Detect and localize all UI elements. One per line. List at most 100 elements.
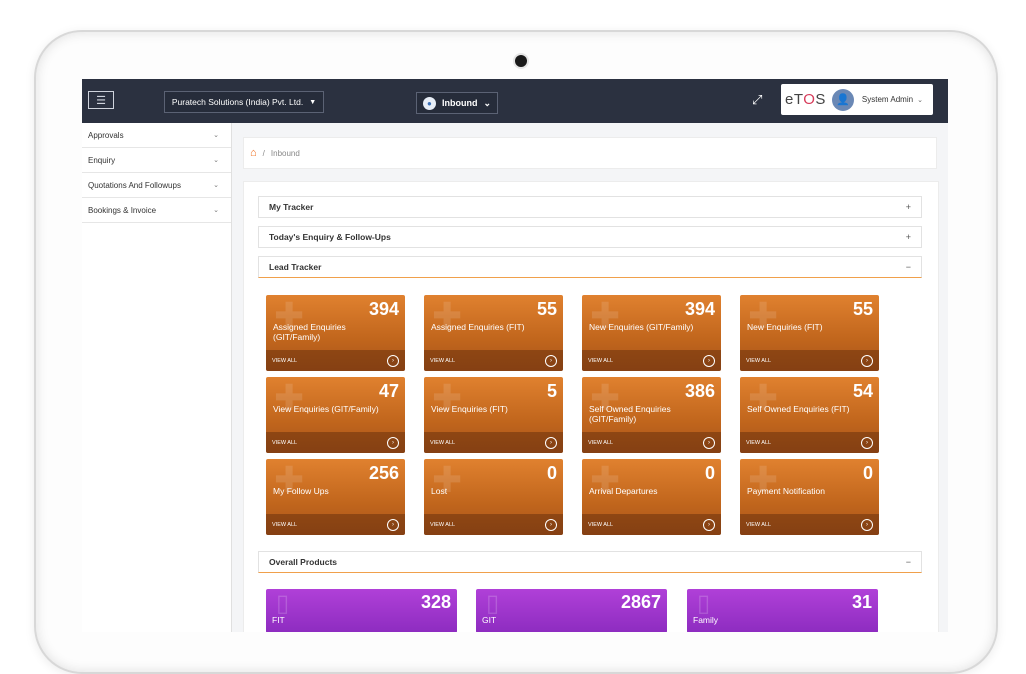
hamburger-menu-icon[interactable]: ☰ — [88, 91, 114, 109]
module-dropdown[interactable]: ● Inbound ⌄ — [416, 92, 498, 114]
company-select[interactable]: Puratech Solutions (India) Pvt. Ltd. ▼ — [164, 91, 324, 113]
panel-overall-products[interactable]: Overall Products − — [258, 551, 922, 573]
view-all-link[interactable]: VIEW ALL › — [582, 350, 721, 371]
tile-new-enquiries-fit[interactable]: ✚ 55 New Enquiries (FIT) VIEW ALL › — [740, 295, 879, 371]
sidebar-item-enquiry[interactable]: Enquiry ⌄ — [82, 148, 231, 173]
collapse-icon[interactable]: − — [906, 262, 911, 272]
arrow-right-icon: › — [387, 436, 399, 449]
fullscreen-icon[interactable]: ⤢ — [752, 92, 762, 108]
product-label: FIT — [272, 615, 285, 625]
panel-todays-enquiry[interactable]: Today's Enquiry & Follow-Ups + — [258, 226, 922, 248]
chevron-down-icon: ⌄ — [917, 96, 923, 104]
expand-icon[interactable]: + — [906, 232, 911, 242]
product-count: 2867 — [620, 592, 661, 612]
view-all-link[interactable]: VIEW ALL › — [740, 432, 879, 453]
view-all-link[interactable]: VIEW ALL › — [582, 432, 721, 453]
arrow-right-icon: › — [861, 518, 873, 531]
tile-label: View Enquiries (FIT) — [431, 404, 508, 414]
view-all-link[interactable]: VIEW ALL › — [266, 432, 405, 453]
product-tile-family[interactable]: ▯ 31 Family — [687, 589, 878, 632]
avatar: 👤 — [831, 88, 854, 111]
main-content: My Tracker + Today's Enquiry & Follow-Up… — [243, 181, 939, 632]
arrow-right-icon: › — [387, 518, 399, 531]
user-icon: ● — [422, 96, 436, 110]
breadcrumb-current: Inbound — [270, 148, 300, 158]
chevron-down-icon: ⌄ — [213, 132, 219, 139]
panel-title: Lead Tracker — [269, 262, 322, 272]
tile-view-enquiries-fit[interactable]: ✚ 5 View Enquiries (FIT) VIEW ALL › — [424, 377, 563, 453]
tile-count: 256 — [368, 463, 399, 483]
tile-payment-notification[interactable]: ✚ 0 Payment Notification VIEW ALL › — [740, 459, 879, 535]
arrow-right-icon: › — [703, 354, 715, 367]
tile-arrival-departures[interactable]: ✚ 0 Arrival Departures VIEW ALL › — [582, 459, 721, 535]
sidebar-item-label: Approvals — [88, 130, 124, 140]
tile-label: View Enquiries (GIT/Family) — [273, 404, 379, 414]
tile-assigned-enquiries-git[interactable]: ✚ 394 Assigned Enquiries (GIT/Family) VI… — [266, 295, 405, 371]
tile-count: 394 — [368, 299, 399, 319]
arrow-right-icon: › — [861, 436, 873, 449]
chevron-down-icon: ⌄ — [483, 97, 492, 108]
user-menu[interactable]: eTOS 👤 System Admin ⌄ — [781, 84, 933, 115]
view-all-link[interactable]: VIEW ALL › — [740, 350, 879, 371]
tile-label: New Enquiries (GIT/Family) — [589, 322, 694, 332]
tile-assigned-enquiries-fit[interactable]: ✚ 55 Assigned Enquiries (FIT) VIEW ALL › — [424, 295, 563, 371]
camera-dot — [515, 55, 527, 67]
top-navbar: ☰ Puratech Solutions (India) Pvt. Ltd. ▼… — [82, 79, 948, 123]
arrow-right-icon: › — [861, 354, 873, 367]
view-all-link[interactable]: VIEW ALL › — [266, 350, 405, 371]
tile-lost[interactable]: ✚ 0 Lost VIEW ALL › — [424, 459, 563, 535]
home-icon[interactable]: ⌂ — [250, 147, 257, 159]
sidebar-item-label: Enquiry — [88, 155, 116, 165]
file-icon: ▯ — [276, 590, 290, 617]
panel-lead-tracker[interactable]: Lead Tracker − — [258, 256, 922, 278]
tile-count: 5 — [546, 381, 557, 401]
collapse-icon[interactable]: − — [906, 557, 911, 567]
app-screen: ☰ Puratech Solutions (India) Pvt. Ltd. ▼… — [82, 79, 948, 632]
company-select-value: Puratech Solutions (India) Pvt. Ltd. — [171, 97, 304, 107]
tile-self-owned-git[interactable]: ✚ 386 Self Owned Enquiries (GIT/Family) … — [582, 377, 721, 453]
arrow-right-icon: › — [545, 518, 557, 531]
panel-my-tracker[interactable]: My Tracker + — [258, 196, 922, 218]
view-all-link[interactable]: VIEW ALL › — [424, 514, 563, 535]
tile-my-follow-ups[interactable]: ✚ 256 My Follow Ups VIEW ALL › — [266, 459, 405, 535]
tile-count: 0 — [862, 463, 873, 483]
arrow-right-icon: › — [703, 436, 715, 449]
expand-icon[interactable]: + — [906, 202, 911, 212]
view-all-link[interactable]: VIEW ALL › — [582, 514, 721, 535]
panel-title: Today's Enquiry & Follow-Ups — [269, 232, 391, 242]
tile-new-enquiries-git[interactable]: ✚ 394 New Enquiries (GIT/Family) VIEW AL… — [582, 295, 721, 371]
tile-label: Assigned Enquiries (GIT/Family) — [273, 322, 346, 342]
chevron-down-icon: ⌄ — [213, 157, 219, 164]
tile-label: Self Owned Enquiries (FIT) — [747, 404, 850, 414]
tile-count: 54 — [852, 381, 873, 401]
sidebar-item-approvals[interactable]: Approvals ⌄ — [82, 123, 231, 148]
file-icon: ▯ — [486, 590, 500, 617]
view-all-link[interactable]: VIEW ALL › — [740, 514, 879, 535]
tile-count: 55 — [536, 299, 557, 319]
arrow-right-icon: › — [703, 518, 715, 531]
product-tile-fit[interactable]: ▯ 328 FIT — [266, 589, 457, 632]
tile-self-owned-fit[interactable]: ✚ 54 Self Owned Enquiries (FIT) VIEW ALL… — [740, 377, 879, 453]
tile-label: Assigned Enquiries (FIT) — [431, 322, 525, 332]
tile-label: My Follow Ups — [273, 486, 329, 496]
tile-count: 386 — [684, 381, 715, 401]
tile-view-enquiries-git[interactable]: ✚ 47 View Enquiries (GIT/Family) VIEW AL… — [266, 377, 405, 453]
product-count: 31 — [851, 592, 872, 612]
tile-label: New Enquiries (FIT) — [747, 322, 823, 332]
sidebar-item-bookings[interactable]: Bookings & Invoice ⌄ — [82, 198, 231, 223]
view-all-link[interactable]: VIEW ALL › — [266, 514, 405, 535]
product-count: 328 — [420, 592, 451, 612]
brand-logo: eTOS — [785, 91, 826, 108]
arrow-right-icon: › — [545, 354, 557, 367]
arrow-right-icon: › — [387, 354, 399, 367]
view-all-link[interactable]: VIEW ALL › — [424, 350, 563, 371]
view-all-link[interactable]: VIEW ALL › — [424, 432, 563, 453]
tile-count: 0 — [704, 463, 715, 483]
sidebar-item-label: Quotations And Followups — [88, 180, 181, 190]
arrow-right-icon: › — [545, 436, 557, 449]
sidebar-item-quotations[interactable]: Quotations And Followups ⌄ — [82, 173, 231, 198]
tile-count: 47 — [378, 381, 399, 401]
product-tile-git[interactable]: ▯ 2867 GIT — [476, 589, 667, 632]
user-name: System Admin — [861, 95, 914, 104]
tile-count: 0 — [546, 463, 557, 483]
